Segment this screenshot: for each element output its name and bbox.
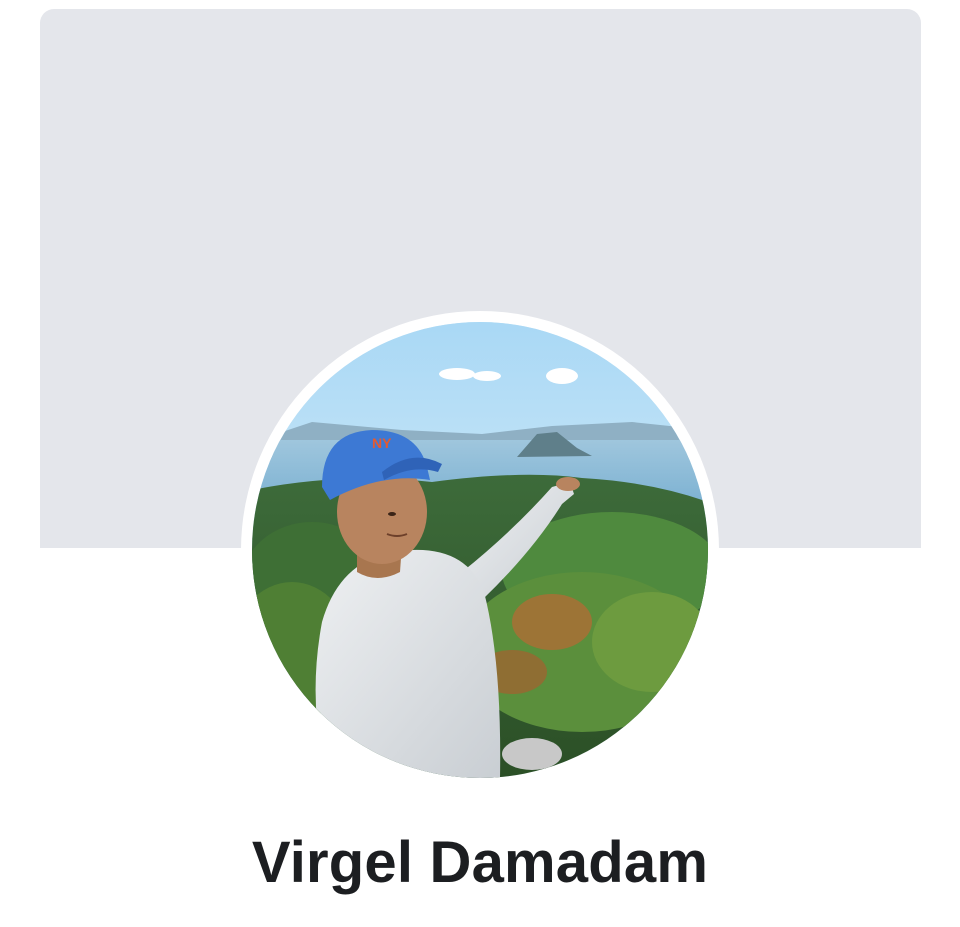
profile-page: NY Virgel Damadam — [0, 0, 960, 927]
profile-picture[interactable]: NY — [252, 322, 708, 778]
profile-name: Virgel Damadam — [251, 830, 709, 895]
svg-text:NY: NY — [372, 435, 392, 451]
profile-photo-icon: NY — [252, 322, 708, 778]
